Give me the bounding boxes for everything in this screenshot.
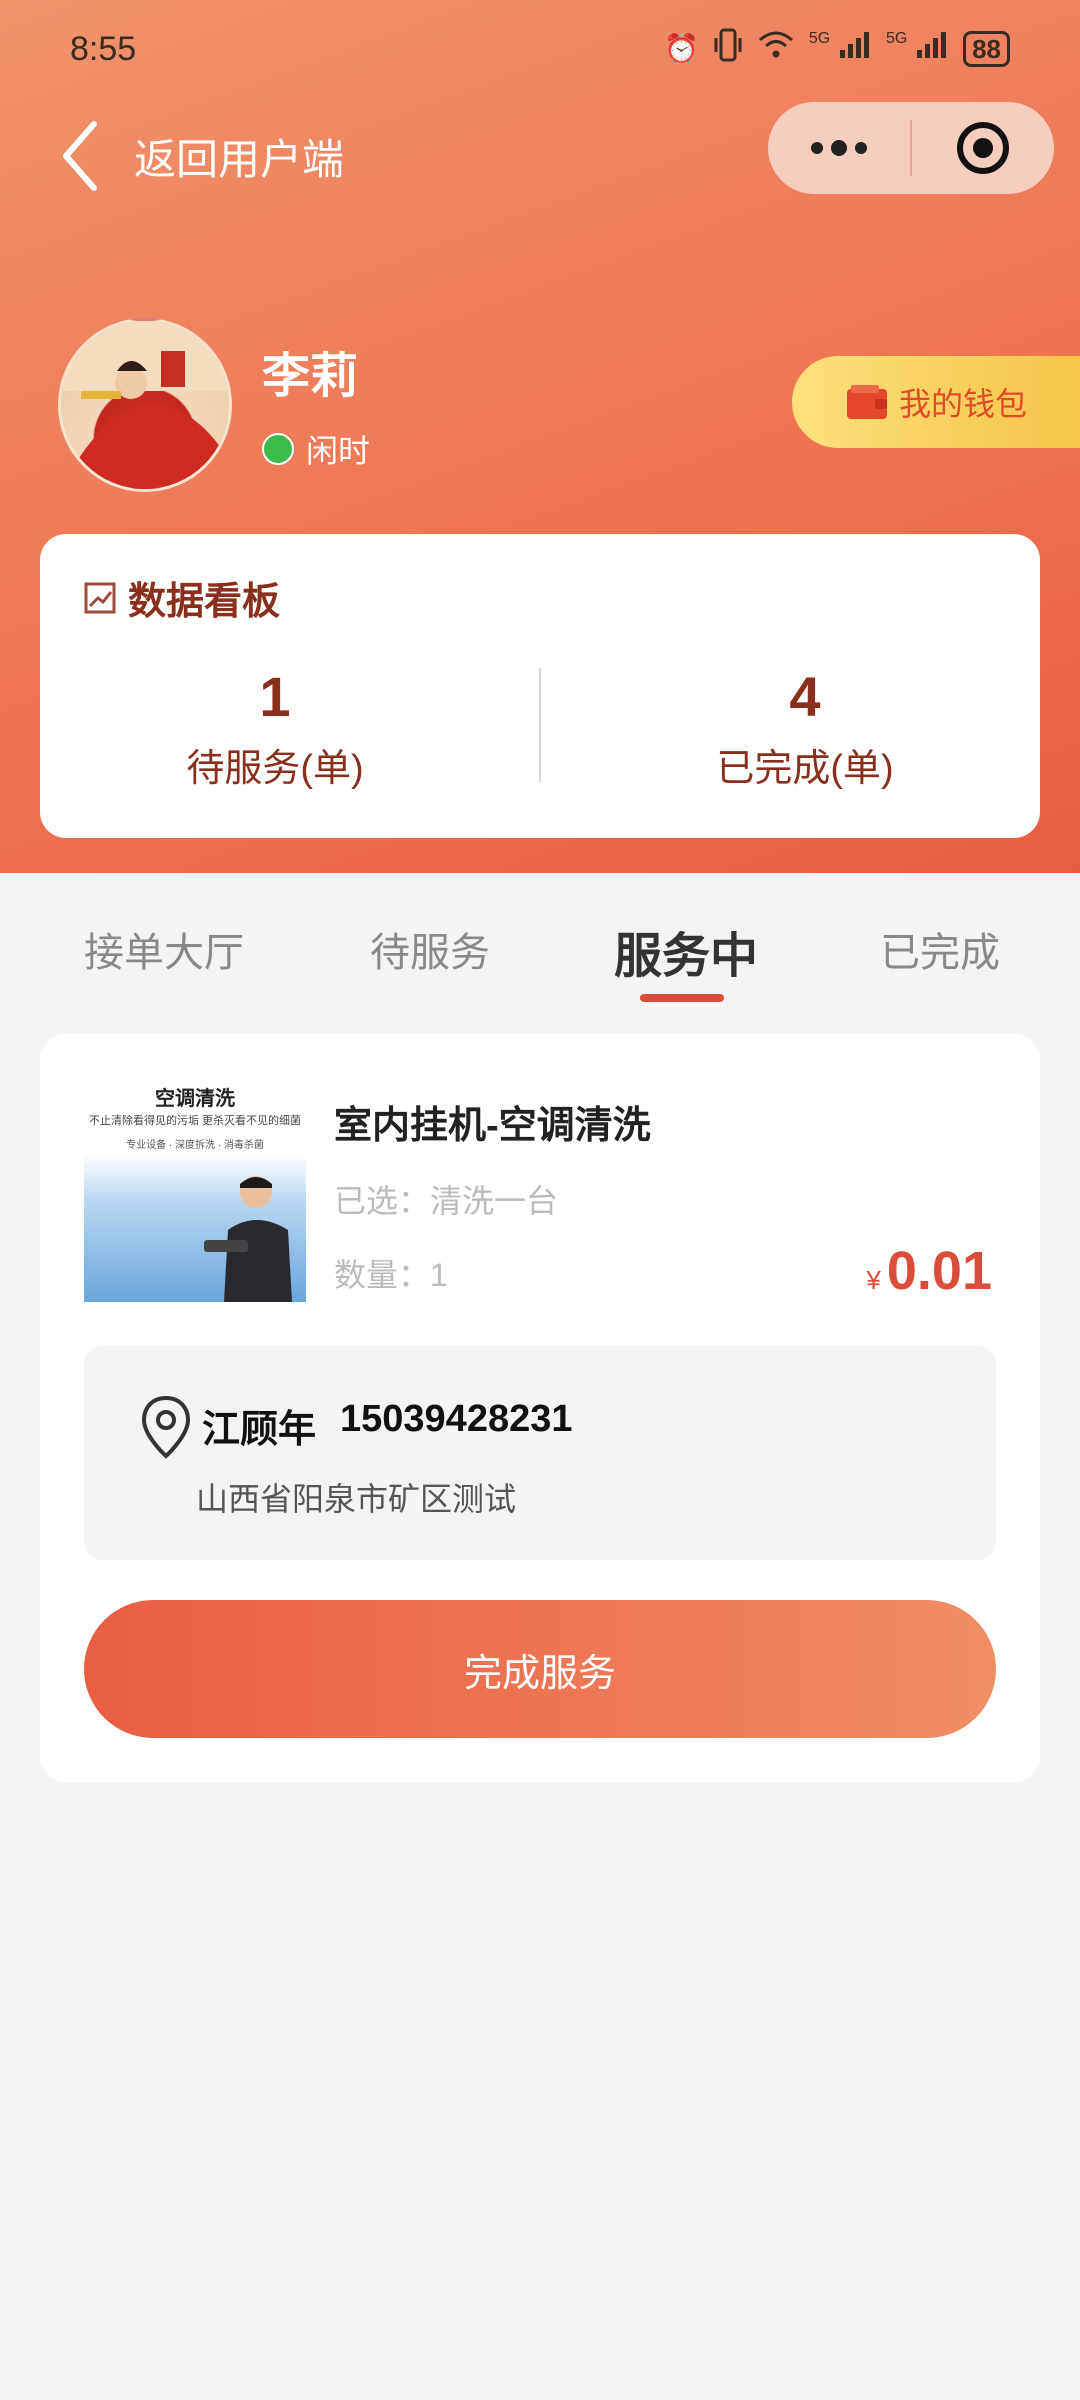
more-button[interactable] (768, 138, 910, 158)
battery-level: 88 (972, 33, 1001, 64)
tab-completed[interactable]: 已完成 (880, 920, 1000, 978)
chevron-left-icon (63, 121, 97, 191)
tab-order-hall[interactable]: 接单大厅 (84, 920, 244, 978)
customer-address-box[interactable]: 江顾年 15039428231 山西省阳泉市矿区测试 (84, 1346, 996, 1560)
wallet-button[interactable]: 我的钱包 (792, 356, 1080, 448)
signal-5g-icon: 5G (809, 30, 872, 67)
status-dot (262, 433, 294, 465)
wifi-icon (757, 30, 795, 67)
technician-illustration (204, 1176, 292, 1302)
status-time: 8:55 (70, 30, 137, 68)
customer-contact: 江顾年 15039428231 (202, 1398, 573, 1453)
image-subtitle: 不止清除看得见的污垢 更杀灭看不见的细菌 (88, 1115, 302, 1127)
customer-address: 山西省阳泉市矿区测试 (196, 1481, 517, 1517)
product-quantity: 数量：1 (334, 1257, 448, 1293)
nav-bar: 返回用户端 (0, 100, 1080, 220)
mini-program-capsule (768, 102, 1054, 194)
vibrate-icon (713, 28, 743, 69)
product-image[interactable]: 空调清洗 不止清除看得见的污垢 更杀灭看不见的细菌 专业设备 · 深度拆洗 · … (84, 1078, 306, 1302)
complete-service-button[interactable]: 完成服务 (84, 1600, 996, 1738)
tab-in-service[interactable]: 服务中 (614, 916, 758, 986)
back-label: 返回用户端 (134, 135, 345, 183)
image-title: 空调清洗 (155, 1088, 235, 1110)
currency-symbol: ¥ (866, 1265, 881, 1295)
dashboard-title: 数据看板 (128, 581, 281, 623)
battery-icon: 88 (963, 30, 1010, 67)
wallet-label: 我的钱包 (898, 386, 1027, 422)
order-card: 空调清洗 不止清除看得见的污垢 更杀灭看不见的细菌 专业设备 · 深度拆洗 · … (40, 1034, 1040, 1782)
stat-label: 已完成(单) (716, 748, 894, 790)
stat-pending[interactable]: 1 待服务(单) (40, 664, 510, 792)
availability-status[interactable]: 闲时 (262, 426, 370, 472)
stat-completed[interactable]: 4 已完成(单) (570, 664, 1040, 792)
data-dashboard: 数据看板 1 待服务(单) 4 已完成(单) (40, 534, 1040, 838)
avatar[interactable] (58, 318, 232, 492)
image-tags: 专业设备 · 深度拆洗 · 消毒杀菌 (126, 1140, 264, 1151)
stat-divider (539, 668, 541, 782)
alarm-icon: ⏰ (663, 33, 699, 64)
back-button[interactable]: 返回用户端 (60, 120, 344, 192)
product-title: 室内挂机-空调清洗 (334, 1105, 651, 1147)
status-bar: 8:55 ⏰ 5G 5G 88 (0, 0, 1080, 100)
profile-section: 李莉 闲时 我的钱包 (58, 318, 1080, 492)
signal-5g-icon: 5G (886, 30, 949, 67)
stat-value: 4 (789, 665, 821, 728)
tab-pending[interactable]: 待服务 (370, 920, 490, 978)
network-label: 5G (808, 30, 831, 47)
location-pin-icon (141, 1395, 191, 1459)
customer-name: 江顾年 (202, 1409, 317, 1451)
wallet-icon (846, 385, 887, 419)
user-name: 李莉 (262, 350, 359, 403)
stat-label: 待服务(单) (186, 748, 364, 790)
target-icon (957, 122, 1009, 174)
active-tab-indicator (640, 994, 724, 1002)
chart-icon (84, 582, 116, 613)
order-tabs: 接单大厅 待服务 服务中 已完成 (0, 902, 1080, 1002)
status-text: 闲时 (306, 433, 371, 469)
stat-value: 1 (259, 665, 291, 728)
dashboard-header: 数据看板 (84, 570, 280, 625)
product-price: ¥ 0.01 (866, 1240, 992, 1302)
price-amount: 0.01 (886, 1241, 992, 1301)
customer-phone[interactable]: 15039428231 (340, 1398, 572, 1453)
network-label: 5G (885, 30, 908, 47)
product-spec: 已选：清洗一台 (334, 1183, 559, 1219)
status-icons: ⏰ 5G 5G 88 (664, 28, 1010, 69)
more-dots-icon (811, 140, 867, 156)
close-miniprogram-button[interactable] (912, 120, 1054, 176)
